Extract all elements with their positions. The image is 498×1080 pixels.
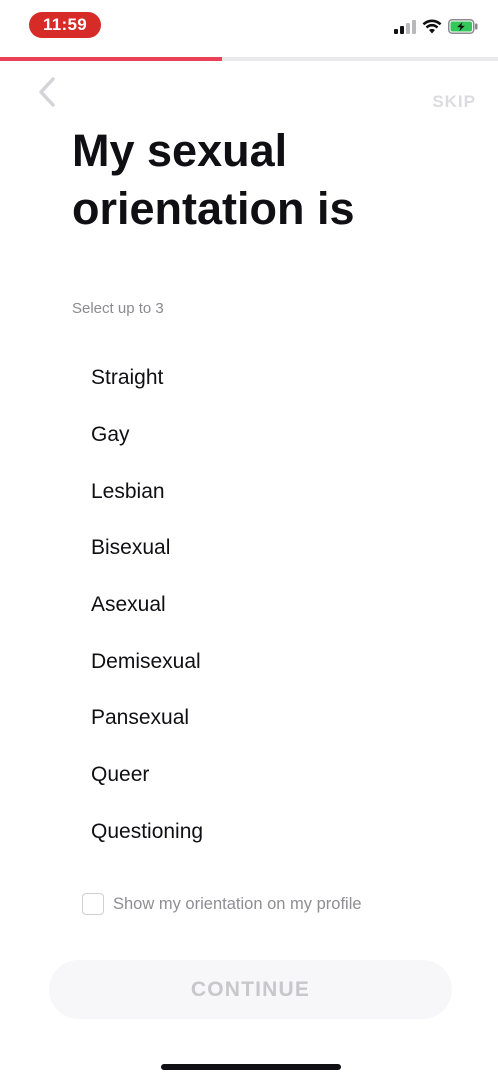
chevron-left-icon [39,77,55,107]
page-title: My sexual orientation is [72,125,355,234]
status-icons [394,19,478,34]
option-bisexual[interactable]: Bisexual [91,520,203,577]
skip-button[interactable]: SKIP [432,92,476,112]
option-queer[interactable]: Queer [91,747,203,804]
show-orientation-checkbox[interactable] [82,893,104,915]
cellular-signal-icon [394,19,416,34]
status-bar: 11:59 [0,0,498,52]
status-time: 11:59 [29,12,101,38]
option-lesbian[interactable]: Lesbian [91,463,203,520]
option-demisexual[interactable]: Demisexual [91,633,203,690]
select-hint: Select up to 3 [72,300,164,317]
orientation-options: Straight Gay Lesbian Bisexual Asexual De… [91,350,203,860]
show-orientation-label: Show my orientation on my profile [113,894,362,913]
continue-button[interactable]: CONTINUE [49,960,452,1019]
show-orientation-toggle[interactable]: Show my orientation on my profile [82,893,362,915]
back-button[interactable] [30,72,64,112]
option-asexual[interactable]: Asexual [91,577,203,634]
home-indicator [161,1064,341,1070]
option-questioning[interactable]: Questioning [91,804,203,861]
battery-charging-icon [448,19,478,34]
option-straight[interactable]: Straight [91,350,203,407]
wifi-icon [422,19,442,34]
option-gay[interactable]: Gay [91,407,203,464]
progress-bar [0,57,498,61]
option-pansexual[interactable]: Pansexual [91,690,203,747]
progress-fill [0,57,222,61]
